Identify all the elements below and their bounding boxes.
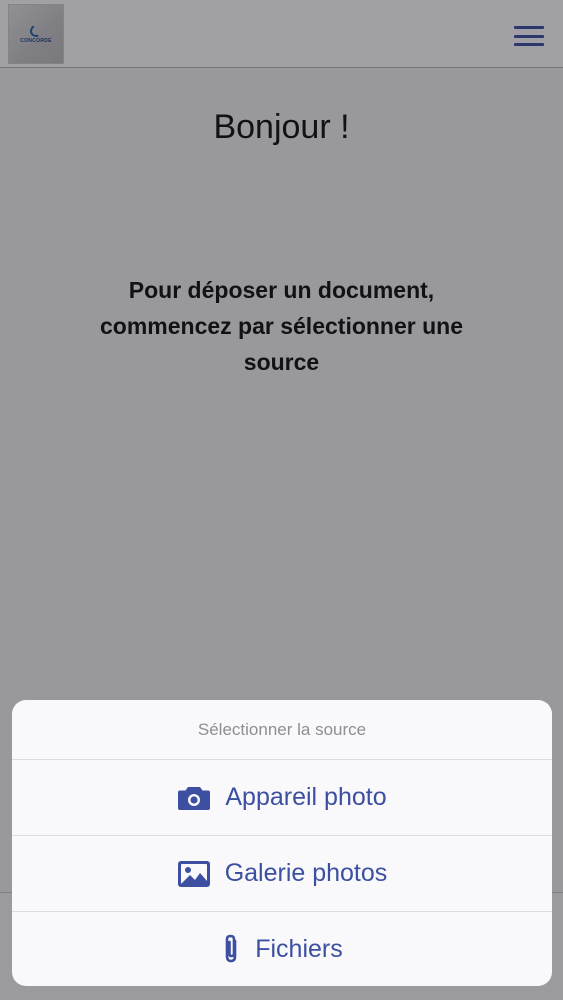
image-gallery-icon [177, 860, 211, 888]
page: CONCORDE Bonjour ! Pour déposer un docum… [0, 0, 563, 1000]
camera-option-label: Appareil photo [225, 783, 387, 811]
gallery-option-button[interactable]: Galerie photos [12, 836, 552, 912]
action-sheet-title: Sélectionner la source [12, 700, 552, 760]
camera-option-button[interactable]: Appareil photo [12, 760, 552, 836]
paperclip-icon [221, 933, 241, 965]
files-option-label: Fichiers [255, 934, 343, 963]
source-action-sheet: Sélectionner la source Appareil photo Ga… [12, 700, 552, 986]
camera-icon [177, 785, 211, 811]
files-option-button[interactable]: Fichiers [12, 912, 552, 986]
gallery-option-label: Galerie photos [224, 859, 388, 887]
